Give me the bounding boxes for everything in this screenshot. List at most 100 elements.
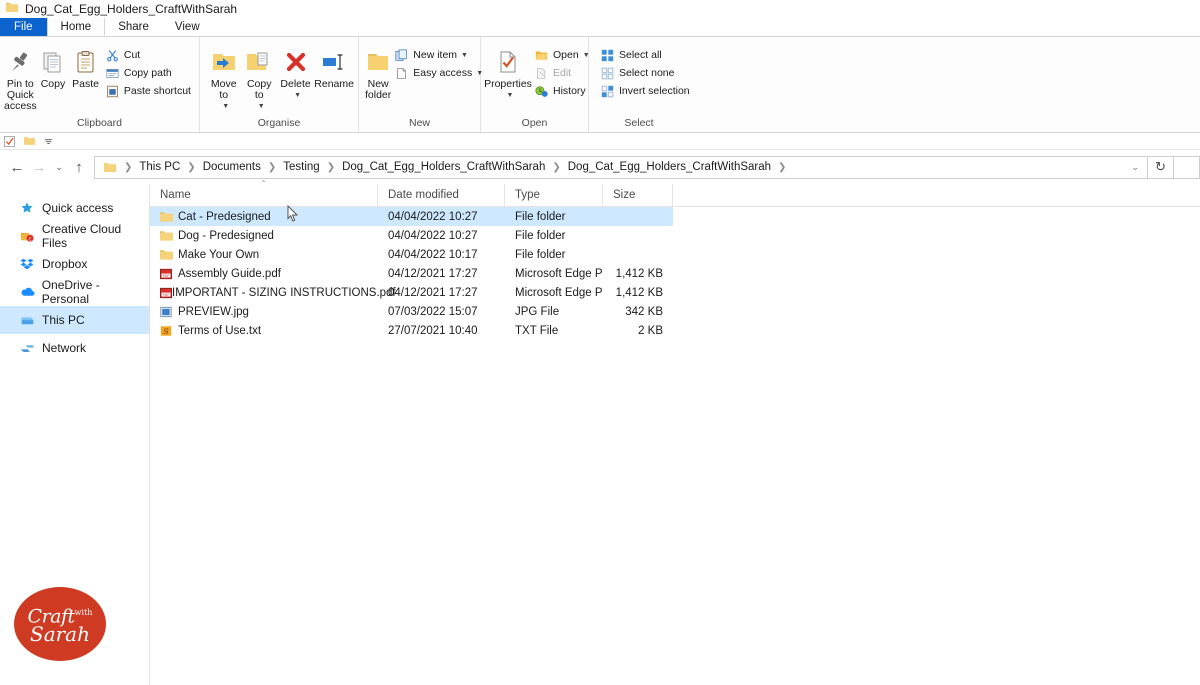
- paste-button[interactable]: Paste: [69, 43, 102, 90]
- craft-with-sarah-logo: Craftwith Sarah: [14, 587, 106, 661]
- folder-icon: [160, 230, 178, 242]
- paste-shortcut-label: Paste shortcut: [124, 85, 191, 97]
- invert-selection-label: Invert selection: [619, 85, 690, 97]
- breadcrumb-item-this-pc[interactable]: This PC: [137, 161, 182, 173]
- breadcrumb-item-parent-folder[interactable]: Dog_Cat_Egg_Holders_CraftWithSarah: [340, 161, 547, 173]
- file-date-cell: 04/12/2021 17:27: [378, 287, 505, 299]
- table-row[interactable]: PDF IMPORTANT - SIZING INSTRUCTIONS.pdf …: [150, 283, 1200, 302]
- network-icon: [20, 342, 42, 355]
- rename-button[interactable]: Rename: [314, 43, 354, 90]
- sidebar-item-network[interactable]: Network: [0, 334, 149, 362]
- file-size-cell: 342 KB: [603, 306, 673, 318]
- svg-text:PDF: PDF: [163, 292, 170, 296]
- pin-to-quick-access-label: Pin to Quick access: [4, 79, 37, 112]
- ribbon-tab-strip: File Home Share View: [0, 18, 1200, 37]
- sidebar-item-label: Creative Cloud Files: [42, 222, 149, 250]
- copy-to-button[interactable]: Copy to ▼: [241, 43, 276, 112]
- tab-file[interactable]: File: [0, 18, 47, 36]
- chevron-down-icon[interactable]: ▼: [461, 52, 468, 59]
- ribbon-group-title-select: Select: [589, 117, 689, 132]
- back-arrow-icon[interactable]: ←: [6, 155, 28, 179]
- column-header-size[interactable]: Size: [603, 184, 673, 207]
- history-button[interactable]: History: [531, 82, 594, 100]
- copy-icon: [41, 47, 65, 77]
- copy-path-button[interactable]: Copy path: [102, 64, 195, 82]
- table-row[interactable]: Make Your Own 04/04/2022 10:17 File fold…: [150, 245, 1200, 264]
- sidebar-item-quick-access[interactable]: Quick access: [0, 194, 149, 222]
- file-date-cell: 04/04/2022 10:17: [378, 249, 505, 261]
- edit-button: Edit: [531, 64, 594, 82]
- recent-locations-icon[interactable]: ⌄: [50, 155, 68, 179]
- breadcrumb-separator: ❯: [773, 162, 791, 173]
- ribbon-group-title-new: New: [359, 117, 480, 132]
- sidebar-item-dropbox[interactable]: Dropbox: [0, 250, 149, 278]
- chevron-down-icon[interactable]: ▼: [507, 90, 514, 101]
- rename-icon: [321, 47, 347, 77]
- sidebar-item-creative-cloud-files[interactable]: c Creative Cloud Files: [0, 222, 149, 250]
- search-input[interactable]: [1174, 156, 1200, 179]
- select-none-button[interactable]: Select none: [597, 64, 694, 82]
- column-header-name[interactable]: ⌃ Name: [150, 184, 378, 207]
- file-name-label: Assembly Guide.pdf: [178, 268, 281, 280]
- window-title: Dog_Cat_Egg_Holders_CraftWithSarah: [25, 2, 237, 16]
- sidebar-item-label: Quick access: [42, 201, 113, 215]
- new-folder-button[interactable]: New folder: [365, 43, 391, 101]
- move-to-button[interactable]: Move to ▼: [206, 43, 241, 112]
- breadcrumb-item-documents[interactable]: Documents: [201, 161, 263, 173]
- select-all-button[interactable]: Select all: [597, 46, 694, 64]
- chevron-down-icon[interactable]: ▼: [294, 90, 301, 101]
- paste-shortcut-button[interactable]: Paste shortcut: [102, 82, 195, 100]
- tab-view[interactable]: View: [162, 18, 213, 36]
- copy-button[interactable]: Copy: [37, 43, 70, 90]
- new-small-commands: New item ▼ Easy access ▼: [391, 43, 487, 82]
- table-row[interactable]: Dog - Predesigned 04/04/2022 10:27 File …: [150, 226, 1200, 245]
- cut-label: Cut: [124, 49, 140, 61]
- ribbon-group-select: Select all Select none Invert selection …: [589, 37, 689, 132]
- table-row[interactable]: PREVIEW.jpg 07/03/2022 15:07 JPG File 34…: [150, 302, 1200, 321]
- tab-home[interactable]: Home: [47, 18, 106, 36]
- file-list-pane: ⌃ Name Date modified Type Size Cat - Pre…: [150, 184, 1200, 685]
- column-header-type[interactable]: Type: [505, 184, 603, 207]
- file-name-cell: Cat - Predesigned: [150, 211, 378, 223]
- chevron-down-icon[interactable]: ▼: [222, 101, 229, 112]
- sidebar-item-label: OneDrive - Personal: [42, 278, 149, 306]
- cut-button[interactable]: Cut: [102, 46, 195, 64]
- file-size-cell: 2 KB: [603, 325, 673, 337]
- breadcrumb-item-testing[interactable]: Testing: [281, 161, 321, 173]
- file-date-cell: 07/03/2022 15:07: [378, 306, 505, 318]
- breadcrumb[interactable]: ❯ This PC ❯ Documents ❯ Testing ❯ Dog_Ca…: [94, 156, 1148, 179]
- folder-icon: [6, 2, 18, 16]
- easy-access-button[interactable]: Easy access ▼: [391, 64, 487, 82]
- sidebar-item-onedrive-personal[interactable]: OneDrive - Personal: [0, 278, 149, 306]
- new-folder-icon[interactable]: [24, 136, 35, 146]
- up-arrow-icon[interactable]: ↑: [68, 155, 90, 179]
- tab-share[interactable]: Share: [105, 18, 162, 36]
- pin-to-quick-access-button[interactable]: Pin to Quick access: [4, 43, 37, 112]
- breadcrumb-item-current-folder[interactable]: Dog_Cat_Egg_Holders_CraftWithSarah: [566, 161, 773, 173]
- chevron-down-icon[interactable]: ▼: [258, 101, 265, 112]
- properties-button[interactable]: Properties ▼: [485, 43, 531, 101]
- copy-to-label: Copy to: [241, 79, 276, 101]
- chevron-down-icon[interactable]: ⌄: [1123, 162, 1147, 173]
- jpg-file-icon: [160, 306, 178, 318]
- table-row[interactable]: Cat - Predesigned 04/04/2022 10:27 File …: [150, 207, 673, 226]
- table-row[interactable]: PDF Assembly Guide.pdf 04/12/2021 17:27 …: [150, 264, 1200, 283]
- paste-shortcut-icon: [104, 85, 121, 98]
- invert-selection-button[interactable]: Invert selection: [597, 82, 694, 100]
- sidebar-item-this-pc[interactable]: This PC: [0, 306, 149, 334]
- file-name-label: IMPORTANT - SIZING INSTRUCTIONS.pdf: [172, 287, 396, 299]
- open-button[interactable]: Open ▼: [531, 46, 594, 64]
- forward-arrow-icon[interactable]: →: [28, 155, 50, 179]
- select-none-label: Select none: [619, 67, 674, 79]
- column-header-date-modified[interactable]: Date modified: [378, 184, 505, 207]
- new-item-button[interactable]: New item ▼: [391, 46, 487, 64]
- file-name-cell: PDF Assembly Guide.pdf: [150, 268, 378, 280]
- breadcrumb-separator: ❯: [119, 162, 137, 173]
- select-none-icon: [599, 67, 616, 80]
- delete-button[interactable]: Delete ▼: [277, 43, 314, 101]
- customize-dropdown-icon[interactable]: [44, 137, 53, 146]
- table-row[interactable]: S Terms of Use.txt 27/07/2021 10:40 TXT …: [150, 321, 1200, 340]
- properties-check-icon[interactable]: [4, 136, 15, 147]
- delete-label: Delete: [280, 79, 310, 90]
- refresh-icon[interactable]: ↻: [1148, 156, 1174, 179]
